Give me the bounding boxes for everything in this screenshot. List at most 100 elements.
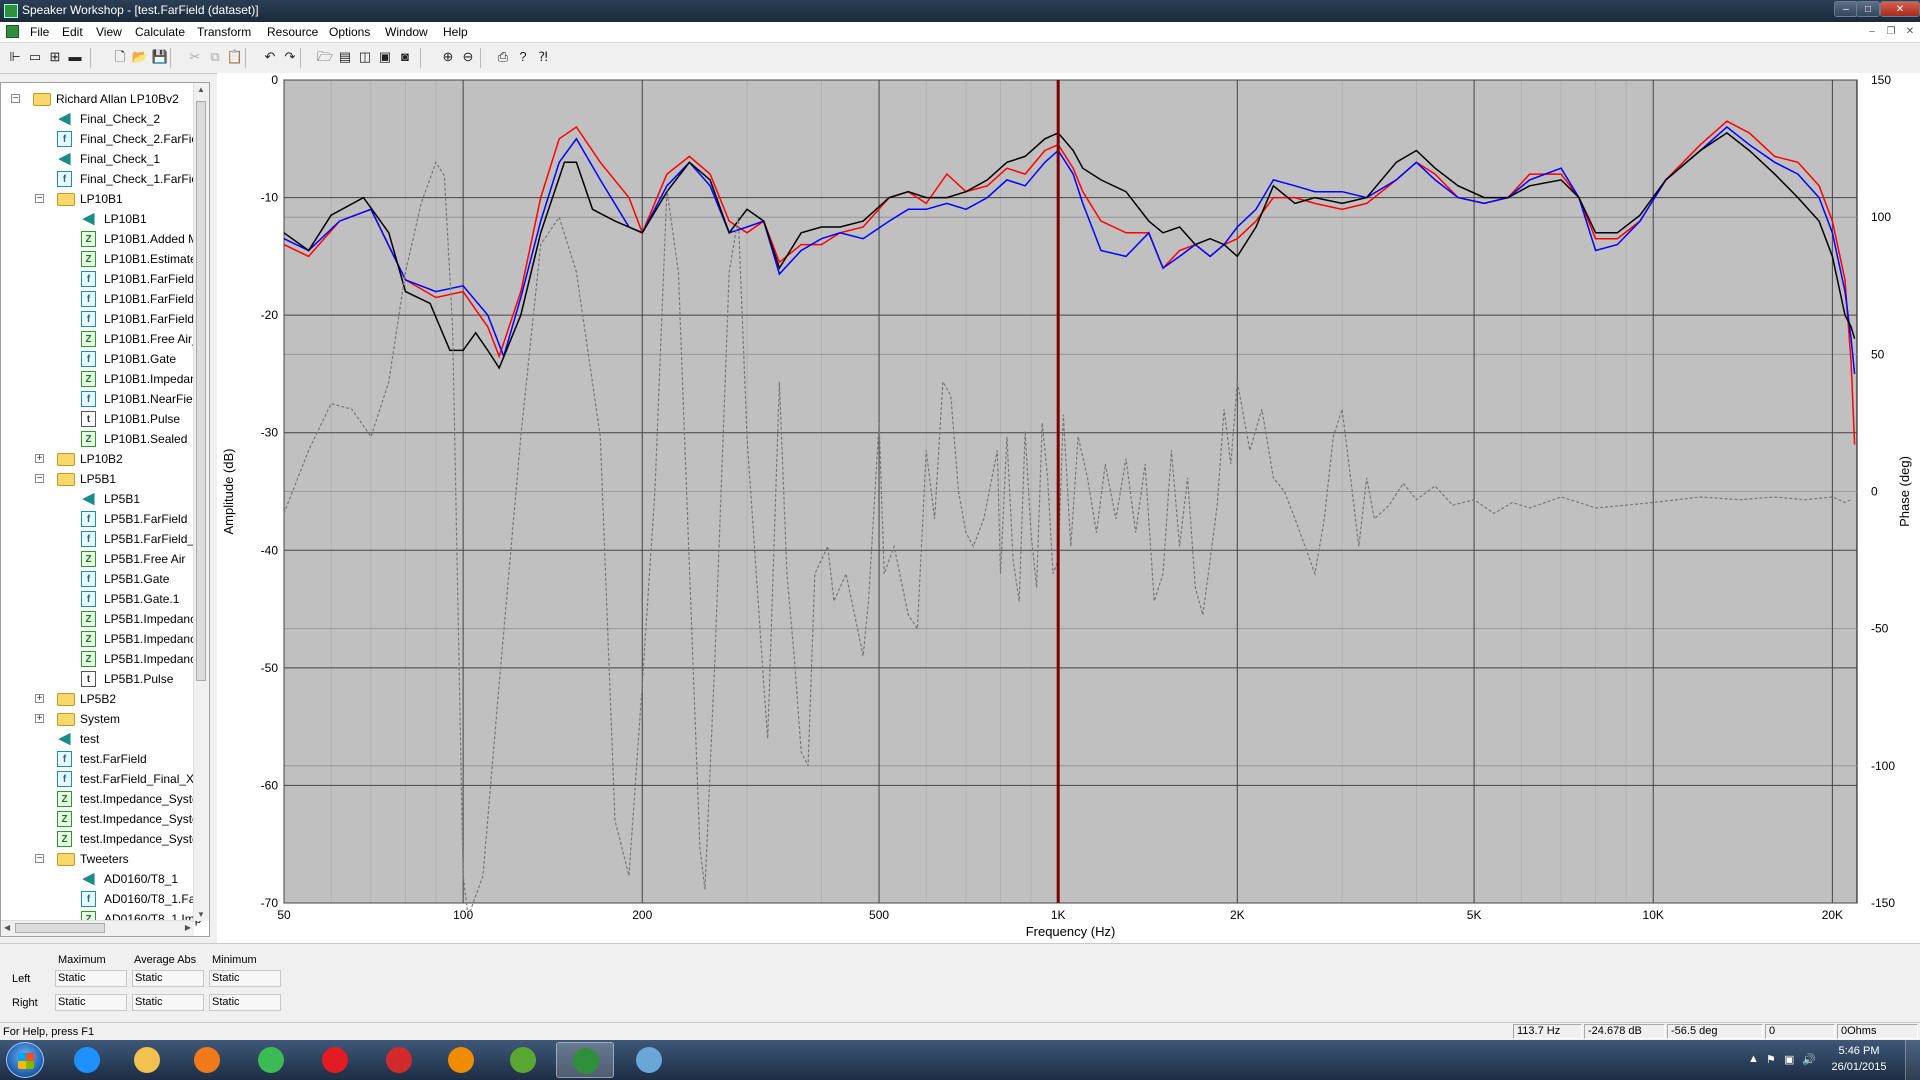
scroll-down-icon[interactable]: ▼ [197, 910, 205, 919]
maximize-button[interactable]: □ [1856, 1, 1880, 17]
app-icon [4, 4, 18, 18]
impedance-dataset-icon: Z [81, 431, 96, 447]
collapse-icon[interactable]: − [35, 194, 44, 204]
print-icon[interactable]: ⎙ [493, 47, 513, 67]
frequency-dataset-icon: f [81, 531, 96, 547]
enclosure-icon[interactable]: ▬ [65, 47, 85, 67]
menu-edit[interactable]: Edit [62, 25, 83, 39]
wizard-icon[interactable]: ⊩ [5, 47, 25, 67]
taskbar-app[interactable] [306, 1042, 364, 1078]
x-axis-label: Frequency (Hz) [1026, 924, 1116, 939]
document-icon[interactable] [6, 25, 19, 38]
tree-item-label: LP5B1.Gate [104, 572, 170, 586]
zoom-out-icon[interactable]: ⊖ [458, 47, 478, 67]
start-button[interactable] [6, 1042, 44, 1078]
tree-scroll-thumb[interactable] [196, 101, 206, 681]
taskbar-app[interactable] [494, 1042, 552, 1078]
open-icon[interactable]: 📂 [130, 47, 150, 67]
menu-window[interactable]: Window [385, 25, 428, 39]
tray-volume-icon[interactable]: 🔊 [1802, 1053, 1816, 1066]
taskbar-app[interactable] [58, 1042, 116, 1078]
frequency-dataset-icon: f [81, 891, 96, 907]
graph-icon[interactable]: ◫ [355, 47, 375, 67]
tree-horizontal-scrollbar[interactable]: ◀ ▶ [1, 920, 194, 936]
tree-item-label: LP10B1.Impedan [104, 372, 197, 386]
collapse-icon[interactable]: − [35, 854, 44, 864]
impedance-dataset-icon: Z [81, 251, 96, 267]
frequency-response-chart[interactable]: 50 100 200 500 1K 2K 5K 10K 20K 0 -10 -20 -30 -40 -50-… [217, 73, 1920, 943]
tray-network-icon[interactable]: ▣ [1784, 1053, 1794, 1066]
show-desktop-button[interactable] [1905, 1040, 1920, 1080]
taskbar-app[interactable] [370, 1042, 428, 1078]
menu-options[interactable]: Options [329, 25, 370, 39]
y-tick-label: -50 [261, 661, 279, 675]
network-icon[interactable]: ⊞ [45, 47, 65, 67]
window-icon[interactable]: ▣ [375, 47, 395, 67]
menu-calculate[interactable]: Calculate [135, 25, 185, 39]
vlc-icon [448, 1047, 474, 1073]
cut-icon[interactable]: ✂ [185, 47, 205, 67]
scroll-left-icon[interactable]: ◀ [4, 923, 10, 932]
frequency-dataset-icon: f [81, 311, 96, 327]
new-icon[interactable]: 🗋 [110, 47, 130, 67]
mdi-minimize-button[interactable]: – [1864, 25, 1880, 39]
undo-icon[interactable]: ↶ [260, 47, 280, 67]
clock-time[interactable]: 5:46 PM [1824, 1045, 1894, 1057]
expand-icon[interactable]: + [35, 694, 44, 704]
tree-item-label: test.Impedance_Syste [80, 792, 199, 806]
tray-arrow-icon[interactable]: ▲ [1748, 1053, 1759, 1065]
impedance-dataset-icon: Z [81, 331, 96, 347]
menu-help[interactable]: Help [443, 25, 468, 39]
taskbar-app[interactable] [118, 1042, 176, 1078]
expand-icon[interactable]: + [35, 454, 44, 464]
taskbar-app[interactable] [242, 1042, 300, 1078]
tree-vertical-scrollbar[interactable]: ▲ ▼ [193, 83, 209, 921]
copy-icon[interactable]: ⧉ [205, 47, 225, 67]
driver-icon[interactable]: ▭ [25, 47, 45, 67]
stats-header-maximum: Maximum [58, 954, 106, 966]
tree-hscroll-thumb[interactable] [15, 923, 105, 933]
mdi-restore-button[interactable]: ❐ [1883, 25, 1899, 39]
tree-item-label: LP5B1.Impedanc [104, 652, 197, 666]
window-title: Speaker Workshop - [test.FarField (datas… [22, 3, 259, 17]
y2-tick-label: 150 [1871, 73, 1891, 87]
mdi-close-button[interactable]: ✕ [1902, 25, 1918, 39]
speaker-workshop-icon [573, 1048, 599, 1074]
collapse-icon[interactable]: − [35, 474, 44, 484]
tray-flag-icon[interactable]: ⚑ [1766, 1053, 1776, 1066]
menu-view[interactable]: View [96, 25, 122, 39]
menu-file[interactable]: File [30, 25, 49, 39]
open-folder-icon[interactable]: 🗁 [315, 47, 335, 67]
scroll-up-icon[interactable]: ▲ [197, 85, 205, 94]
taskbar-app[interactable] [620, 1042, 678, 1078]
taskbar-app[interactable] [556, 1042, 614, 1078]
menu-resource[interactable]: Resource [267, 25, 318, 39]
close-button[interactable]: ✕ [1880, 1, 1920, 17]
collapse-icon[interactable]: − [11, 94, 20, 104]
context-help-icon[interactable]: ⁈ [533, 47, 553, 67]
resource-tree[interactable]: − Richard Allan LP10Bv2 ◀ Final_Check_2 f Fin… [0, 82, 210, 937]
measure-icon[interactable]: ▤ [335, 47, 355, 67]
chart-svg[interactable]: 50 100 200 500 1K 2K 5K 10K 20K0-10-20-30-40-50-… [217, 73, 1920, 943]
record-icon[interactable]: ◙ [395, 47, 415, 67]
tree-item-label: LP5B2 [80, 692, 117, 706]
menu-transform[interactable]: Transform [197, 25, 251, 39]
impedance-dataset-icon: Z [57, 831, 72, 847]
redo-icon[interactable]: ↷ [280, 47, 300, 67]
status-bar: For Help, press F1 113.7 Hz -24.678 dB -… [0, 1022, 1920, 1041]
expand-icon[interactable]: + [35, 714, 44, 724]
tree-item-label: LP10B1.Gate [104, 352, 177, 366]
help-icon[interactable]: ? [513, 47, 533, 67]
y-tick-label: 0 [271, 73, 278, 87]
tree-item-label: LP10B1.FarField [104, 272, 195, 286]
save-icon[interactable]: 💾 [150, 47, 170, 67]
tree-item-label: LP5B1 [80, 472, 117, 486]
paste-icon[interactable]: 📋 [225, 47, 245, 67]
taskbar-app[interactable] [178, 1042, 236, 1078]
toolbar: ⊩ ▭ ⊞ ▬ 🗋 📂 💾 ✂ ⧉ 📋 ↶ ↷ 🗁 ▤ ◫ ▣ ◙ ⊕ ⊖ ⎙? ⁈ [0, 43, 1920, 74]
taskbar-app[interactable] [432, 1042, 490, 1078]
scroll-right-icon[interactable]: ▶ [185, 923, 191, 932]
zoom-in-icon[interactable]: ⊕ [438, 47, 458, 67]
clock-date[interactable]: 26/01/2015 [1824, 1061, 1894, 1073]
minimize-button[interactable]: – [1834, 1, 1858, 17]
